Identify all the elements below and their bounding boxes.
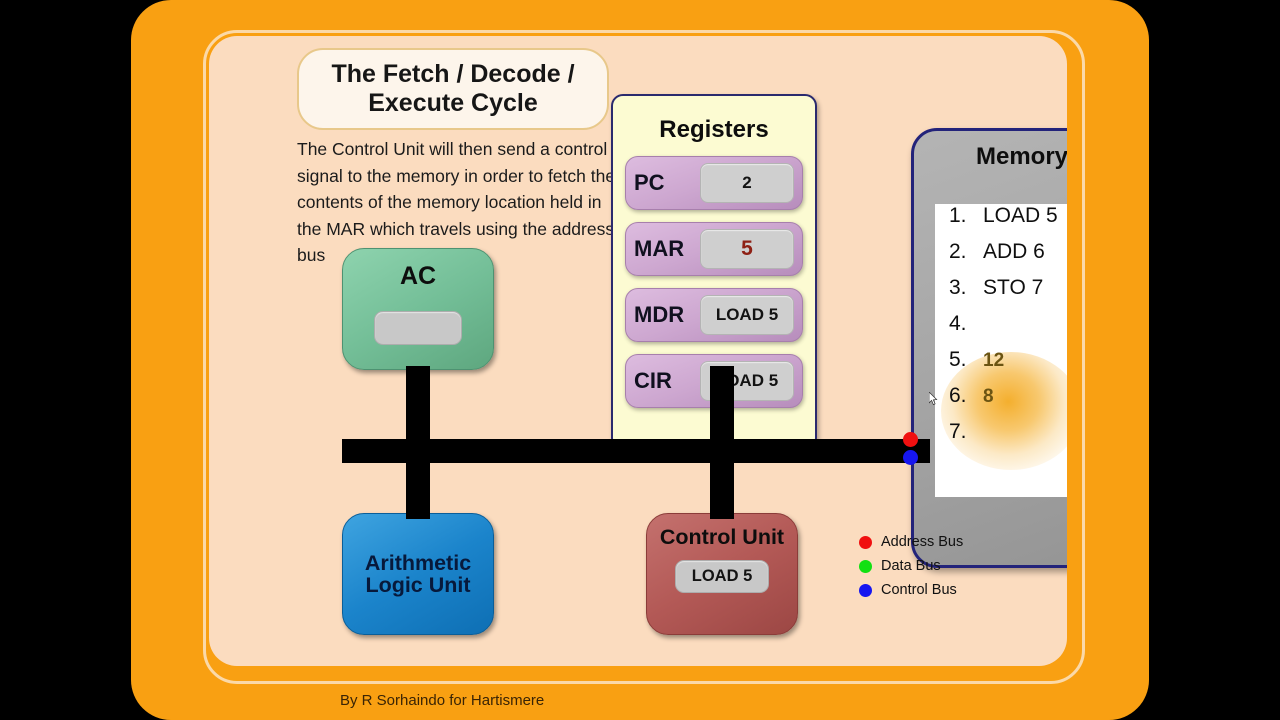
arithmetic-logic-unit[interactable]: Arithmetic Logic Unit — [342, 513, 494, 635]
page-title: The Fetch / Decode / Execute Cycle — [331, 59, 575, 118]
legend-label: Control Bus — [881, 582, 957, 598]
register-row-mar[interactable]: MAR 5 — [625, 222, 803, 276]
legend-color-dot — [859, 559, 872, 573]
register-name: CIR — [634, 368, 672, 393]
memory-row-index: 2. — [949, 240, 967, 263]
memory-row-value: 8 — [983, 386, 994, 407]
control-unit-label: Control Unit — [659, 525, 785, 549]
memory-row-value: ADD 6 — [983, 240, 1045, 263]
mouse-cursor — [929, 392, 938, 406]
accumulator-unit[interactable]: AC — [342, 248, 494, 370]
registers-title: Registers — [659, 116, 769, 143]
letterbox-right — [1149, 0, 1280, 720]
legend-row: Address Bus — [859, 530, 963, 554]
memory-row-index: 5. — [949, 348, 967, 371]
legend-row: Data Bus — [859, 554, 963, 578]
address-bus-dot — [903, 432, 918, 447]
legend-label: Address Bus — [881, 534, 964, 550]
legend-row: Control Bus — [859, 578, 963, 602]
memory-row-index: 7. — [949, 420, 967, 443]
bus-main-horizontal — [342, 439, 930, 463]
register-row-mdr[interactable]: MDR LOAD 5 — [625, 288, 803, 342]
memory-row-value: 12 — [983, 350, 1005, 371]
memory-row: 5. 12 — [935, 348, 1067, 384]
bus-legend: Address Bus Data Bus Control Bus — [859, 530, 963, 602]
memory-row: 1. LOAD 5 — [935, 204, 1067, 240]
accumulator-label: AC — [399, 262, 437, 290]
register-name: PC — [634, 170, 665, 195]
slide-content-area: The Fetch / Decode / Execute Cycle The C… — [209, 36, 1067, 666]
register-name: MAR — [634, 236, 685, 261]
memory-unit[interactable]: Memory 1. LOAD 5 2. ADD 6 3. STO 7 4. 5. 12 6. 8 7. — [911, 128, 1067, 568]
legend-label: Data Bus — [881, 558, 941, 574]
memory-row-index: 4. — [949, 312, 967, 335]
register-row-pc[interactable]: PC 2 — [625, 156, 803, 210]
register-name: MDR — [634, 302, 685, 327]
memory-row: 4. — [935, 312, 1067, 348]
legend-color-dot — [859, 583, 872, 597]
register-value: 5 — [700, 229, 794, 269]
memory-row: 7. — [935, 420, 1067, 456]
memory-row: 6. 8 — [935, 384, 1067, 420]
control-bus-dot — [903, 450, 918, 465]
memory-row-index: 1. — [949, 204, 967, 227]
memory-row-value: LOAD 5 — [983, 204, 1058, 227]
accumulator-value — [374, 311, 462, 345]
register-value: LOAD 5 — [700, 295, 794, 335]
legend-color-dot — [859, 535, 872, 549]
memory-row: 3. STO 7 — [935, 276, 1067, 312]
memory-row-index: 3. — [949, 276, 967, 299]
memory-list: 1. LOAD 5 2. ADD 6 3. STO 7 4. 5. 12 6. 8 7. — [935, 204, 1067, 497]
memory-title: Memory — [975, 143, 1067, 170]
letterbox-left — [0, 0, 131, 720]
control-unit-value: LOAD 5 — [675, 560, 769, 594]
register-value: 2 — [700, 163, 794, 203]
memory-row-value: STO 7 — [983, 276, 1044, 299]
control-unit[interactable]: Control Unit LOAD 5 — [646, 513, 798, 635]
alu-label: Arithmetic Logic Unit — [364, 550, 472, 597]
slide-stage: The Fetch / Decode / Execute Cycle The C… — [0, 0, 1280, 720]
memory-row-index: 6. — [949, 384, 967, 407]
slide-title-box: The Fetch / Decode / Execute Cycle — [297, 48, 609, 130]
footer-credit: By R Sorhaindo for Hartismere — [340, 692, 545, 709]
slide-outer-frame: The Fetch / Decode / Execute Cycle The C… — [131, 0, 1149, 720]
memory-row: 2. ADD 6 — [935, 240, 1067, 276]
